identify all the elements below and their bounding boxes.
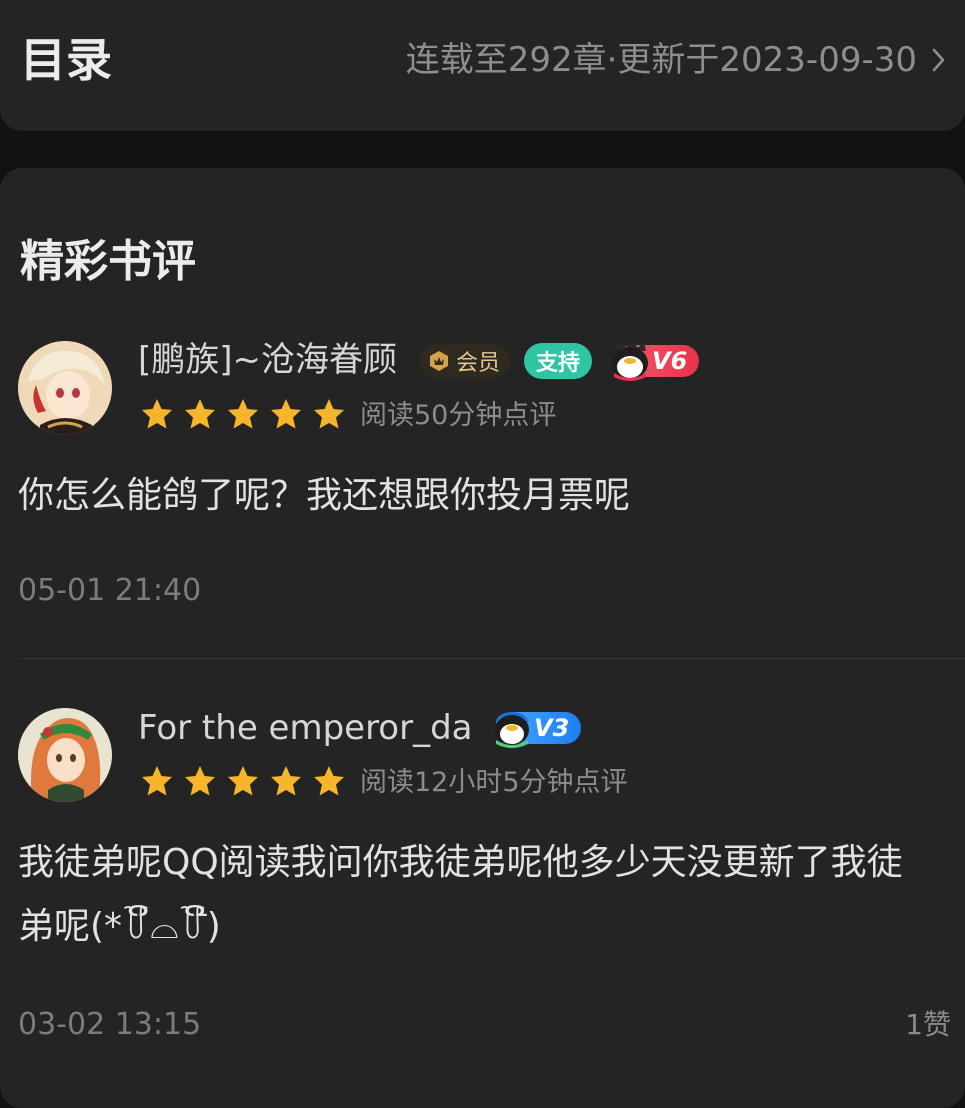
like-count[interactable]: 1赞	[905, 1005, 951, 1045]
section-title: 精彩书评	[20, 236, 196, 287]
support-badge-label: 支持	[536, 351, 581, 376]
member-crown-icon	[430, 351, 448, 371]
star-icon	[314, 766, 344, 796]
avatar[interactable]	[18, 708, 112, 802]
read-time: 阅读50分钟点评	[360, 400, 557, 431]
chevron-right-icon	[932, 48, 945, 72]
review-timestamp: 03-02 13:15	[18, 1007, 202, 1042]
star-icon	[185, 766, 215, 796]
toc-status: 连载至292章·更新于2023-09-30	[405, 40, 917, 80]
level-badge: V6	[606, 340, 700, 381]
divider	[18, 658, 965, 659]
star-icon	[228, 766, 258, 796]
review-timestamp: 05-01 21:40	[18, 573, 202, 608]
star-icon	[271, 766, 301, 796]
badge-group: V3	[488, 710, 582, 748]
rating-stars	[140, 764, 346, 798]
avatar-illustration	[18, 708, 112, 802]
star-icon	[228, 399, 258, 429]
reviews-card: 精彩书评 [鹏族]~沧海眷顾 会员 支持 V6 阅读50分钟点评 你怎么能鸽了呢…	[0, 168, 965, 1108]
read-time: 阅读12小时5分钟点评	[360, 767, 628, 798]
review-username[interactable]: [鹏族]~沧海眷顾	[138, 338, 397, 382]
level-badge: V3	[488, 710, 582, 748]
avatar[interactable]	[18, 341, 112, 435]
review-username[interactable]: For the emperor_da	[138, 706, 473, 750]
star-icon	[185, 399, 215, 429]
support-badge: 支持	[524, 343, 593, 379]
review-content[interactable]: 你怎么能鸽了呢？我还想跟你投月票呢	[18, 464, 938, 528]
badge-group: 会员 支持 V6	[420, 340, 700, 381]
toc-title: 目录	[20, 33, 112, 87]
avatar-illustration	[18, 341, 112, 435]
rating-stars	[140, 397, 346, 431]
review-content[interactable]: 我徒弟呢QQ阅读我问你我徒弟呢他多少天没更新了我徒弟呢(*꒦ິ⌓꒦ີ)	[18, 831, 938, 959]
star-icon	[314, 399, 344, 429]
star-icon	[142, 766, 172, 796]
penguin-icon	[495, 712, 529, 748]
star-icon	[271, 399, 301, 429]
toc-card[interactable]: 目录 连载至292章·更新于2023-09-30	[0, 0, 965, 131]
penguin-icon	[612, 340, 649, 381]
member-badge-label: 会员	[456, 351, 501, 376]
toc-status-link[interactable]: 连载至292章·更新于2023-09-30	[406, 38, 947, 82]
star-icon	[142, 399, 172, 429]
member-badge: 会员	[420, 343, 511, 379]
